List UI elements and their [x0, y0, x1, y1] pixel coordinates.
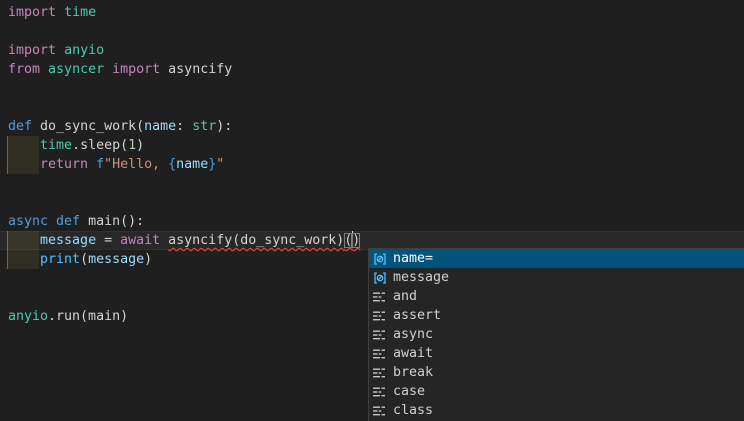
suggestion-item-break[interactable]: break [369, 363, 744, 382]
code-token: from [8, 62, 40, 77]
code-token: asyncify(do_sync_work) [168, 233, 344, 248]
code-token: ) [144, 252, 152, 267]
indent-guide-highlight [7, 136, 39, 155]
code-line-5[interactable] [0, 79, 744, 98]
code-token: message [40, 233, 96, 248]
keyword-icon [372, 327, 388, 343]
code-token [56, 43, 64, 58]
code-token: str [192, 119, 216, 134]
code-line-1[interactable]: import time [0, 3, 744, 22]
suggestion-item-case[interactable]: case [369, 382, 744, 401]
code-token [80, 214, 88, 229]
code-token: ): [216, 119, 232, 134]
keyword-icon [372, 289, 388, 305]
code-line-4[interactable]: from asyncer import asyncify [0, 60, 744, 79]
code-token: import [8, 43, 56, 58]
code-token: main [88, 214, 120, 229]
keyword-icon [372, 308, 388, 324]
code-token: asyncer [48, 62, 104, 77]
code-token [56, 5, 64, 20]
code-token: return [40, 157, 88, 172]
code-token: ( [80, 252, 88, 267]
code-line-7[interactable]: def do_sync_work(name: str): [0, 117, 744, 136]
code-token: print [40, 252, 80, 267]
code-line-11[interactable] [0, 193, 744, 212]
code-token [160, 62, 168, 77]
code-token: time [40, 138, 72, 153]
code-token: = [96, 233, 120, 248]
code-token [88, 157, 96, 172]
suggestion-item-name[interactable]: name= [369, 249, 744, 268]
code-line-6[interactable] [0, 98, 744, 117]
code-token [32, 119, 40, 134]
suggestion-label: assert [393, 308, 441, 323]
code-line-12[interactable]: async def main(): [0, 212, 744, 231]
code-line-10[interactable] [0, 174, 744, 193]
suggestion-label: async [393, 327, 433, 342]
code-token: .sleep( [72, 138, 128, 153]
indent-guide-highlight [7, 250, 39, 269]
code-token: async [8, 214, 48, 229]
code-token [104, 62, 112, 77]
code-token: ) [136, 138, 144, 153]
parameter-icon [372, 270, 388, 286]
error-squiggle: asyncify(do_sync_work)() [168, 233, 360, 248]
code-token: import [8, 5, 56, 20]
suggestion-item-assert[interactable]: assert [369, 306, 744, 325]
code-token: time [64, 5, 96, 20]
code-token: import [112, 62, 160, 77]
suggestion-label: class [393, 403, 433, 418]
code-token: def [8, 119, 32, 134]
suggestion-label: message [393, 270, 449, 285]
keyword-icon [372, 346, 388, 362]
code-token: asyncify [168, 62, 232, 77]
code-token [48, 214, 56, 229]
suggestion-label: case [393, 384, 425, 399]
code-token: "Hello, [104, 157, 168, 172]
code-token: name [176, 157, 208, 172]
code-token: await [120, 233, 160, 248]
code-token: do_sync_work [40, 119, 136, 134]
code-token: anyio [64, 43, 104, 58]
suggestion-label: await [393, 346, 433, 361]
suggestion-label: and [393, 289, 417, 304]
keyword-icon [372, 403, 388, 419]
code-line-8[interactable]: time.sleep(1) [0, 136, 744, 155]
code-token: anyio [8, 309, 48, 324]
suggestion-label: break [393, 365, 433, 380]
code-token: ( [136, 119, 144, 134]
suggestion-label: name= [393, 251, 433, 266]
suggestion-item-and[interactable]: and [369, 287, 744, 306]
code-line-9[interactable]: return f"Hello, {name}" [0, 155, 744, 174]
code-token: " [216, 157, 224, 172]
code-token: .run(main) [48, 309, 128, 324]
suggestion-item-message[interactable]: message [369, 268, 744, 287]
code-token: (): [120, 214, 144, 229]
code-token: message [88, 252, 144, 267]
code-token: f [96, 157, 104, 172]
keyword-icon [372, 365, 388, 381]
bracket-match: ) [352, 233, 360, 248]
code-token [40, 62, 48, 77]
code-token [160, 233, 168, 248]
keyword-icon [372, 384, 388, 400]
parameter-icon [372, 251, 388, 267]
suggestion-item-class[interactable]: class [369, 401, 744, 420]
code-token: : [176, 119, 192, 134]
suggestion-item-async[interactable]: async [369, 325, 744, 344]
code-line-3[interactable]: import anyio [0, 41, 744, 60]
suggestion-item-await[interactable]: await [369, 344, 744, 363]
code-token: 1 [128, 138, 136, 153]
code-token: name [144, 119, 176, 134]
indent-guide-highlight [7, 231, 39, 250]
indent-guide-highlight [7, 155, 39, 174]
code-line-2[interactable] [0, 22, 744, 41]
autocomplete-popup: name= message and assert async await break case… [368, 248, 744, 421]
code-token: { [168, 157, 176, 172]
code-token: def [56, 214, 80, 229]
